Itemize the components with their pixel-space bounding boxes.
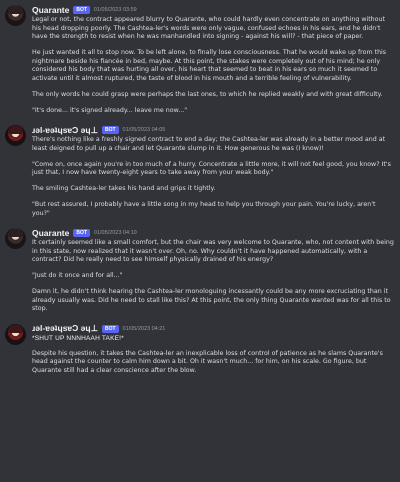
avatar[interactable] — [5, 125, 26, 146]
message-paragraph: "But rest assured, I probably have a lit… — [32, 201, 376, 217]
bot-tag: BOT — [101, 324, 119, 333]
message-body: There's nothing like a freshly signed co… — [32, 136, 394, 218]
message-paragraph: The only words he could grasp were perha… — [32, 90, 383, 98]
message: ɹǝl-ɐǝʇɥsɐƆ ǝɥ⊥ BOT 01/05/2023 04:21 *SH… — [0, 319, 400, 381]
message-body: It certainly seemed like a small comfort… — [32, 239, 394, 314]
message-paragraph: "It's done... it's signed already... lea… — [32, 106, 188, 114]
timestamp: 01/05/2023 03:59 — [93, 7, 137, 13]
message-paragraph: There's nothing like a freshly signed co… — [32, 136, 386, 152]
username[interactable]: Quarante — [32, 5, 69, 15]
shouted-line: *SHUT UP NNNHAAH TAKE!* — [32, 334, 124, 342]
message-header: ɹǝl-ɐǝʇɥsɐƆ ǝɥ⊥ BOT 01/05/2023 04:05 — [32, 124, 394, 136]
bot-tag: BOT — [101, 126, 119, 134]
message-header: Quarante BOT 01/05/2023 03:59 — [32, 4, 394, 16]
timestamp: 01/05/2023 04:10 — [93, 230, 137, 236]
timestamp: 01/05/2023 04:21 — [122, 325, 166, 332]
message-body: *SHUT UP NNNHAAH TAKE!* Despite his ques… — [32, 335, 394, 376]
message-header: ɹǝl-ɐǝʇɥsɐƆ ǝɥ⊥ BOT 01/05/2023 04:21 — [32, 323, 394, 335]
chat-messages: Quarante BOT 01/05/2023 03:59 Legal or n… — [0, 0, 400, 482]
message-paragraph: Legal or not, the contract appeared blur… — [32, 16, 385, 40]
message-body: Legal or not, the contract appeared blur… — [32, 16, 394, 115]
message-header: Quarante BOT 01/05/2023 04:10 — [32, 227, 394, 239]
message: ɹǝl-ɐǝʇɥsɐƆ ǝɥ⊥ BOT 01/05/2023 04:05 The… — [0, 120, 400, 223]
avatar[interactable] — [5, 5, 26, 26]
message-paragraph: "Come on, once again you're in too much … — [32, 160, 391, 177]
message-paragraph: Damn it, he didn't think hearing the Cas… — [32, 288, 391, 312]
message-paragraph: "Just do it once and for all..." — [32, 272, 123, 279]
avatar[interactable] — [5, 323, 26, 345]
username[interactable]: ɹǝl-ɐǝʇɥsɐƆ ǝɥ⊥ — [32, 323, 98, 334]
bot-tag: BOT — [73, 229, 90, 237]
message: Quarante BOT 01/05/2023 04:10 It certain… — [0, 223, 400, 319]
message: Quarante BOT 01/05/2023 03:59 Legal or n… — [0, 0, 400, 120]
message-paragraph: The smiling Cashtea-ler takes his hand a… — [32, 185, 216, 192]
message-paragraph: He just wanted it all to stop now. To be… — [32, 49, 387, 82]
bot-tag: BOT — [73, 6, 90, 14]
message-paragraph: It certainly seemed like a small comfort… — [32, 239, 394, 263]
username[interactable]: ɹǝl-ɐǝʇɥsɐƆ ǝɥ⊥ — [32, 125, 98, 136]
avatar[interactable] — [5, 228, 26, 249]
username[interactable]: Quarante — [32, 228, 69, 238]
timestamp: 01/05/2023 04:05 — [122, 127, 166, 133]
message-paragraph: Despite his question, it takes the Casht… — [32, 349, 383, 374]
